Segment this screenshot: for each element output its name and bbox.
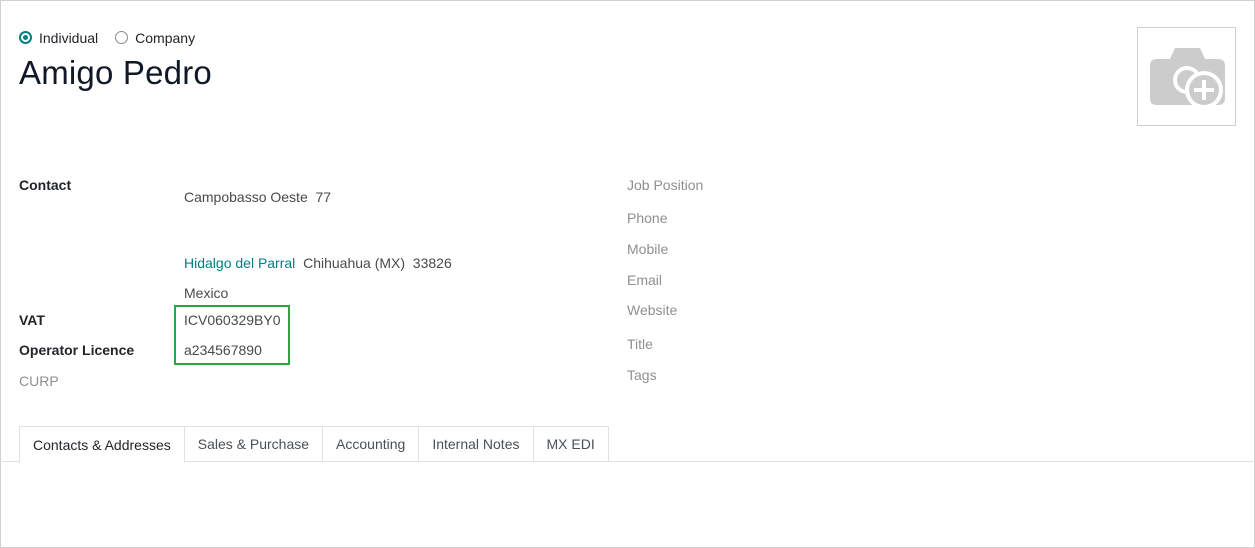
street-value: Campobasso Oeste (184, 189, 308, 205)
radio-individual[interactable]: Individual (19, 30, 98, 46)
website-label: Website (627, 302, 678, 318)
partner-name[interactable]: Amigo Pedro (19, 54, 212, 92)
avatar-upload[interactable] (1137, 27, 1236, 126)
mobile-label: Mobile (627, 241, 669, 257)
tab-contacts-addresses[interactable]: Contacts & Addresses (19, 426, 185, 463)
tab-mx-edi[interactable]: MX EDI (533, 426, 609, 462)
country-field[interactable]: Mexico (184, 285, 228, 301)
camera-plus-icon (1150, 48, 1225, 109)
radio-individual-label: Individual (39, 29, 99, 46)
radio-company-label: Company (135, 29, 196, 46)
title-label: Title (627, 336, 653, 352)
vat-label: VAT (19, 312, 45, 328)
radio-checked-icon (19, 31, 32, 44)
tab-sales-purchase[interactable]: Sales & Purchase (184, 426, 324, 462)
radio-company[interactable]: Company (115, 30, 195, 46)
tab-internal-notes[interactable]: Internal Notes (419, 426, 534, 462)
tags-label: Tags (627, 367, 657, 383)
city-link[interactable]: Hidalgo del Parral (184, 255, 295, 271)
phone-label: Phone (627, 210, 668, 226)
operator-licence-label: Operator Licence (19, 342, 135, 358)
partner-type-radio-group: Individual Company (19, 29, 212, 46)
state-value[interactable]: Chihuahua (MX) (303, 255, 405, 271)
zip-value[interactable]: 33826 (413, 255, 452, 271)
contact-label: Contact (19, 177, 72, 193)
street-field[interactable]: Campobasso Oeste 77 (184, 189, 331, 205)
email-label: Email (627, 272, 663, 288)
city-line: Hidalgo del Parral Chihuahua (MX) 33826 (184, 255, 452, 271)
highlight-box (174, 305, 290, 365)
job-position-label: Job Position (627, 177, 704, 193)
tab-accounting[interactable]: Accounting (323, 426, 420, 462)
curp-label: CURP (19, 373, 59, 389)
street-number-value: 77 (315, 189, 332, 205)
radio-unchecked-icon (115, 31, 129, 44)
notebook-tabs: Contacts & Addresses Sales & Purchase Ac… (19, 426, 609, 463)
